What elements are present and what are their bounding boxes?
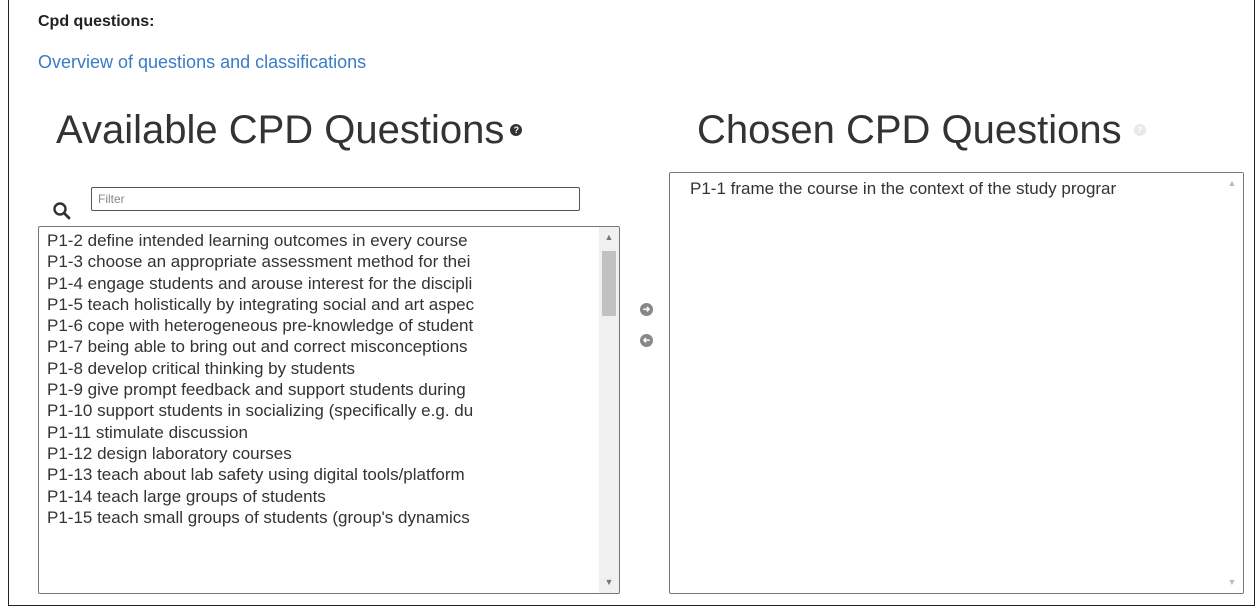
list-item[interactable]: P1-6 cope with heterogeneous pre-knowled… — [47, 315, 593, 336]
available-title: Available CPD Questions — [56, 108, 505, 152]
scrollbar[interactable]: ▲ ▼ — [1221, 173, 1243, 593]
arrow-left-circle-icon[interactable]: ➜ — [640, 334, 653, 347]
list-item[interactable]: P1-8 develop critical thinking by studen… — [47, 358, 593, 379]
list-item[interactable]: P1-4 engage students and arouse interest… — [47, 273, 593, 294]
question-circle-icon[interactable]: ? — [1133, 124, 1146, 137]
list-item[interactable]: P1-5 teach holistically by integrating s… — [47, 294, 593, 315]
available-items-container: P1-2 define intended learning outcomes i… — [47, 230, 593, 528]
list-item[interactable]: P1-15 teach small groups of students (gr… — [47, 507, 593, 528]
scroll-up-arrow-icon[interactable]: ▲ — [599, 229, 619, 246]
section-label: Cpd questions: — [38, 13, 155, 30]
question-circle-icon[interactable]: ? — [510, 124, 523, 137]
list-item[interactable]: P1-1 frame the course in the context of … — [690, 178, 1217, 199]
scroll-down-arrow-icon[interactable]: ▼ — [599, 574, 619, 591]
scroll-up-arrow-icon[interactable]: ▲ — [1221, 175, 1243, 192]
available-questions-list[interactable]: P1-2 define intended learning outcomes i… — [38, 226, 620, 594]
arrow-right-circle-icon[interactable]: ➜ — [640, 303, 653, 316]
filter-input[interactable] — [91, 187, 580, 211]
overview-link[interactable]: Overview of questions and classification… — [38, 52, 366, 73]
scroll-thumb[interactable] — [602, 251, 616, 316]
chosen-items-container: P1-1 frame the course in the context of … — [690, 178, 1217, 199]
list-item[interactable]: P1-14 teach large groups of students — [47, 486, 593, 507]
chosen-title: Chosen CPD Questions — [697, 108, 1122, 152]
list-item[interactable]: P1-9 give prompt feedback and support st… — [47, 379, 593, 400]
list-item[interactable]: P1-3 choose an appropriate assessment me… — [47, 251, 593, 272]
list-item[interactable]: P1-10 support students in socializing (s… — [47, 400, 593, 421]
chosen-questions-heading: Chosen CPD Questions? — [697, 108, 1146, 153]
list-item[interactable]: P1-11 stimulate discussion — [47, 422, 593, 443]
scroll-down-arrow-icon[interactable]: ▼ — [1221, 574, 1243, 591]
search-icon — [52, 201, 72, 221]
list-item[interactable]: P1-12 design laboratory courses — [47, 443, 593, 464]
list-item[interactable]: P1-13 teach about lab safety using digit… — [47, 464, 593, 485]
list-item[interactable]: P1-2 define intended learning outcomes i… — [47, 230, 593, 251]
available-questions-heading: Available CPD Questions? — [56, 108, 523, 153]
chosen-questions-list[interactable]: P1-1 frame the course in the context of … — [669, 172, 1244, 594]
list-item[interactable]: P1-7 being able to bring out and correct… — [47, 336, 593, 357]
scrollbar[interactable]: ▲ ▼ — [599, 227, 619, 593]
